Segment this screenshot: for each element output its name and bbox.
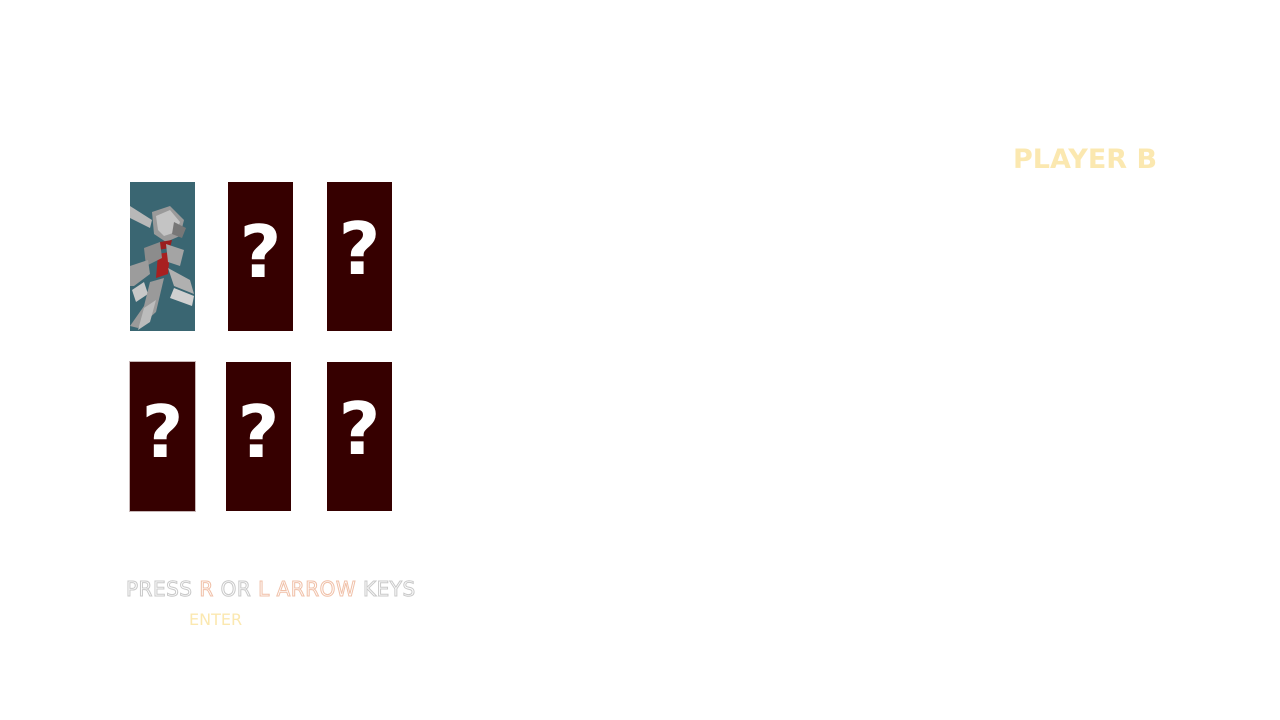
question-mark-icon: ?	[141, 390, 184, 474]
question-mark-icon: ?	[338, 207, 381, 291]
hint-r-key: R	[199, 577, 214, 602]
question-mark-icon: ?	[237, 390, 280, 474]
locked-card-2[interactable]: ?	[228, 182, 293, 331]
locked-card-4[interactable]: ?	[130, 362, 195, 511]
locked-card-6[interactable]: ?	[327, 362, 392, 511]
character-card-1[interactable]	[130, 182, 195, 331]
locked-card-3[interactable]: ?	[327, 182, 392, 331]
robot-character-icon	[130, 182, 195, 331]
question-mark-icon: ?	[338, 387, 381, 471]
question-mark-icon: ?	[239, 210, 282, 294]
hint-l-arrow: L ARROW	[258, 577, 357, 602]
enter-prompt: ENTER	[189, 610, 243, 629]
locked-card-5[interactable]: ?	[226, 362, 291, 511]
hint-keys: KEYS	[362, 577, 416, 602]
hint-press: PRESS	[125, 577, 193, 602]
player-label: PLAYER B	[1013, 144, 1158, 175]
hint-or: OR	[220, 577, 252, 602]
controls-hint: PRESS R OR L ARROW KEYS	[125, 577, 416, 602]
